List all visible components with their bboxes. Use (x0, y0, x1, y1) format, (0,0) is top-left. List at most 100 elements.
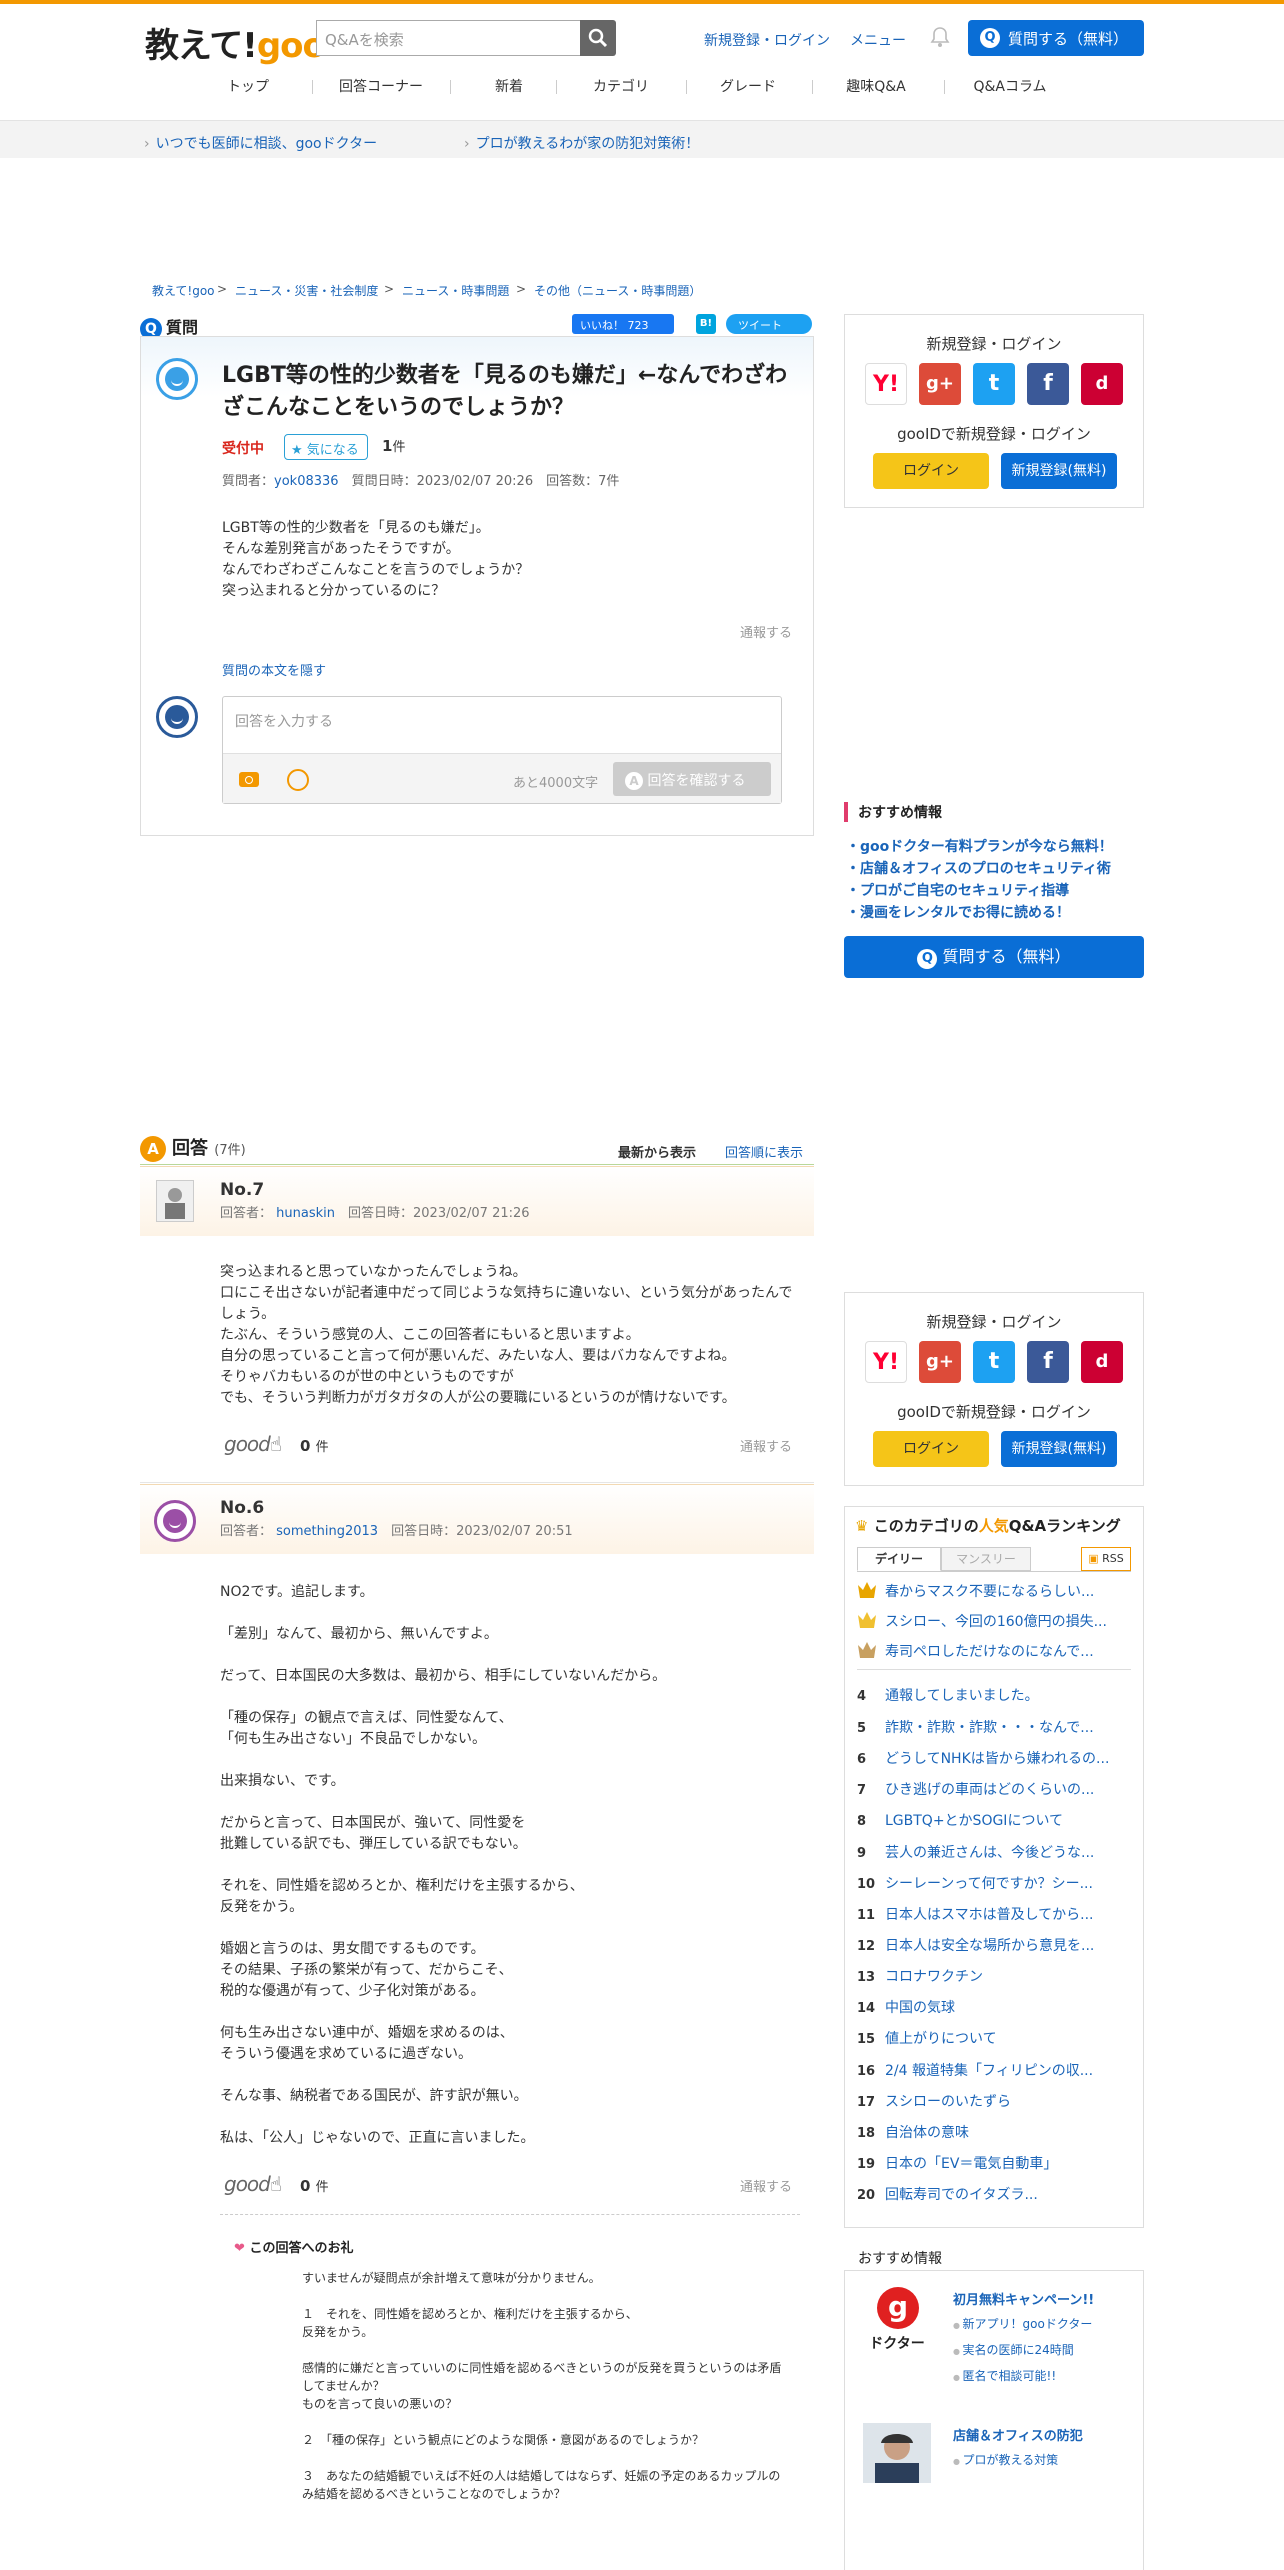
ranking-item[interactable]: 20 回転寿司でのイタズラ... (857, 2184, 1038, 2204)
promo-link-doctor[interactable]: いつでも医師に相談、gooドクター (144, 133, 377, 153)
nav-top[interactable]: トップ (184, 76, 312, 96)
sort-oldest[interactable]: 回答順に表示 (725, 1142, 803, 1161)
facebook-icon[interactable]: f (1027, 1341, 1069, 1383)
google-icon[interactable]: g+ (919, 363, 961, 405)
docomo-icon[interactable]: d (1081, 363, 1123, 405)
goo-doctor-logo[interactable]: g ドクター (863, 2287, 931, 2359)
security-item[interactable]: プロが教える対策 (953, 2451, 1059, 2468)
security-photo[interactable] (863, 2423, 931, 2483)
ranking-item-title[interactable]: 2/4 報道特集「フィリピンの収... (885, 2063, 1093, 2079)
ranking-item[interactable]: 8 LGBTQ+とかSOGIについて (857, 1810, 1063, 1830)
ranking-item[interactable]: 19 日本の「EV＝電気自動車」 (857, 2153, 1057, 2173)
ranking-item-title[interactable]: 日本人はスマホは普及してから... (885, 1907, 1094, 1923)
ranking-item[interactable]: 寿司ペロしただけなのになんで... (857, 1641, 1094, 1661)
ranking-item-title[interactable]: スシローのいたずら (885, 2094, 1011, 2110)
bell-icon[interactable] (930, 26, 950, 52)
ranking-item-title[interactable]: 芸人の兼近さんは、今後どうな... (885, 1845, 1094, 1861)
site-logo[interactable]: 教えて!goo (145, 18, 326, 67)
ranking-item[interactable]: 16 2/4 報道特集「フィリピンの収... (857, 2060, 1093, 2080)
report-link[interactable]: 通報する (740, 1436, 792, 1455)
security-title[interactable]: 店舗＆オフィスの防犯 (953, 2425, 1083, 2444)
ranking-item-title[interactable]: スシロー、今回の160億円の損失... (885, 1614, 1107, 1630)
register-button[interactable]: 新規登録(無料) (1001, 453, 1117, 489)
promo-link-security[interactable]: プロが教えるわが家の防犯対策術！ (464, 133, 700, 153)
nav-qa-column[interactable]: Q&Aコラム (946, 76, 1074, 96)
rss-button[interactable]: ▣ RSS (1081, 1547, 1131, 1571)
ranking-item[interactable]: 13 コロナワクチン (857, 1966, 983, 1986)
ranking-item-title[interactable]: 日本の「EV＝電気自動車」 (885, 2156, 1057, 2172)
ranking-item[interactable]: 6 どうしてNHKは皆から嫌われるの... (857, 1748, 1109, 1768)
ask-question-button[interactable]: Q 質問する（無料） (968, 20, 1144, 56)
login-button[interactable]: ログイン (873, 1431, 989, 1467)
twitter-icon[interactable]: t (973, 1341, 1015, 1383)
recommend-link[interactable]: ・漫画をレンタルでお得に読める！ (846, 902, 1070, 922)
answerer-link[interactable]: something2013 (276, 1524, 378, 1539)
yahoo-icon[interactable]: Y! (865, 363, 907, 405)
hatena-bookmark-button[interactable]: B! (696, 314, 716, 334)
nav-answer-corner[interactable]: 回答コーナー (317, 76, 445, 96)
ranking-item[interactable]: 10 シーレーンって何ですか？シー... (857, 1873, 1093, 1893)
menu-link[interactable]: メニュー (850, 30, 906, 50)
nav-category[interactable]: カテゴリ (557, 76, 685, 96)
tab-monthly[interactable]: マンスリー (941, 1547, 1031, 1571)
ranking-item-title[interactable]: シーレーンって何ですか？シー... (885, 1876, 1093, 1892)
nav-hobby-qa[interactable]: 趣味Q&A (812, 76, 940, 96)
recommend-link[interactable]: ・gooドクター有料プランが今なら無料！ (846, 836, 1113, 856)
docomo-icon[interactable]: d (1081, 1341, 1123, 1383)
recommend-link[interactable]: ・プロがご自宅のセキュリティ指導 (846, 880, 1069, 900)
ranking-item-title[interactable]: LGBTQ+とかSOGIについて (885, 1813, 1063, 1829)
doctor-title[interactable]: 初月無料キャンペーン!! (953, 2289, 1094, 2308)
ranking-item[interactable]: 4 通報してしまいました。 (857, 1685, 1039, 1705)
twitter-icon[interactable]: t (973, 363, 1015, 405)
ranking-item-title[interactable]: 春からマスク不要になるらしい... (885, 1584, 1094, 1600)
camera-icon[interactable] (239, 772, 259, 787)
ranking-item[interactable]: 18 自治体の意味 (857, 2122, 969, 2142)
ranking-item[interactable]: 12 日本人は安全な場所から意見を... (857, 1935, 1094, 1955)
ranking-item[interactable]: 14 中国の気球 (857, 1997, 955, 2017)
ranking-item-title[interactable]: 中国の気球 (885, 2000, 955, 2016)
doctor-item[interactable]: 匿名で相談可能!! (953, 2367, 1057, 2384)
breadcrumb-item[interactable]: 教えて!goo (152, 282, 215, 299)
ranking-item-title[interactable]: 寿司ペロしただけなのになんで... (885, 1644, 1094, 1660)
ranking-item[interactable]: 春からマスク不要になるらしい... (857, 1581, 1094, 1601)
ranking-item-title[interactable]: 日本人は安全な場所から意見を... (885, 1938, 1094, 1954)
ranking-item-title[interactable]: 回転寿司でのイタズラ... (885, 2187, 1038, 2203)
yahoo-icon[interactable]: Y! (865, 1341, 907, 1383)
doctor-item[interactable]: 新アプリ！gooドクター (953, 2315, 1093, 2332)
nav-new[interactable]: 新着 (445, 76, 573, 96)
login-button[interactable]: ログイン (873, 453, 989, 489)
good-button[interactable]: good☝ (224, 1432, 282, 1456)
search-input[interactable]: Q&Aを検索 (316, 20, 580, 56)
asker-link[interactable]: yok08336 (274, 474, 339, 489)
ranking-item[interactable]: 5 詐欺・詐欺・詐欺・・・なんで... (857, 1717, 1094, 1737)
hide-body-link[interactable]: 質問の本文を隠す (222, 660, 326, 679)
ranking-item-title[interactable]: どうしてNHKは皆から嫌われるの... (885, 1751, 1109, 1767)
tab-daily[interactable]: デイリー (857, 1547, 941, 1571)
doctor-item[interactable]: 実名の医師に24時間 (953, 2341, 1074, 2358)
breadcrumb-item[interactable]: その他（ニュース・時事問題） (534, 282, 701, 299)
breadcrumb-item[interactable]: ニュース・時事問題 (402, 282, 509, 299)
ranking-item[interactable]: 17 スシローのいたずら (857, 2091, 1011, 2111)
recommend-link[interactable]: ・店舗＆オフィスのプロのセキュリティ術 (846, 858, 1111, 878)
ranking-item-title[interactable]: 通報してしまいました。 (885, 1688, 1039, 1704)
ranking-item[interactable]: 11 日本人はスマホは普及してから... (857, 1904, 1094, 1924)
good-button[interactable]: good☝ (224, 2172, 282, 2196)
ranking-item[interactable]: 15 値上がりについて (857, 2028, 997, 2048)
ranking-item-title[interactable]: 値上がりについて (885, 2031, 997, 2047)
report-link[interactable]: 通報する (740, 622, 792, 641)
facebook-like-button[interactable]: いいね！ 723 (572, 314, 674, 334)
sidebar-ask-button[interactable]: Q 質問する（無料） (844, 936, 1144, 978)
answerer-link[interactable]: hunaskin (276, 1206, 335, 1221)
nav-grade[interactable]: グレード (684, 76, 812, 96)
google-icon[interactable]: g+ (919, 1341, 961, 1383)
tweet-button[interactable]: ツイート (726, 314, 812, 334)
sort-newest[interactable]: 最新から表示 (618, 1142, 696, 1161)
ranking-item-title[interactable]: 自治体の意味 (885, 2125, 969, 2141)
ranking-item-title[interactable]: ひき逃げの車両はどのくらいの... (885, 1782, 1094, 1798)
ranking-item[interactable]: 7 ひき逃げの車両はどのくらいの... (857, 1779, 1094, 1799)
emoji-icon[interactable] (287, 769, 309, 791)
ranking-item[interactable]: スシロー、今回の160億円の損失... (857, 1611, 1107, 1631)
breadcrumb-item[interactable]: ニュース・災害・社会制度 (235, 282, 378, 299)
ranking-item-title[interactable]: コロナワクチン (885, 1969, 983, 1985)
register-button[interactable]: 新規登録(無料) (1001, 1431, 1117, 1467)
